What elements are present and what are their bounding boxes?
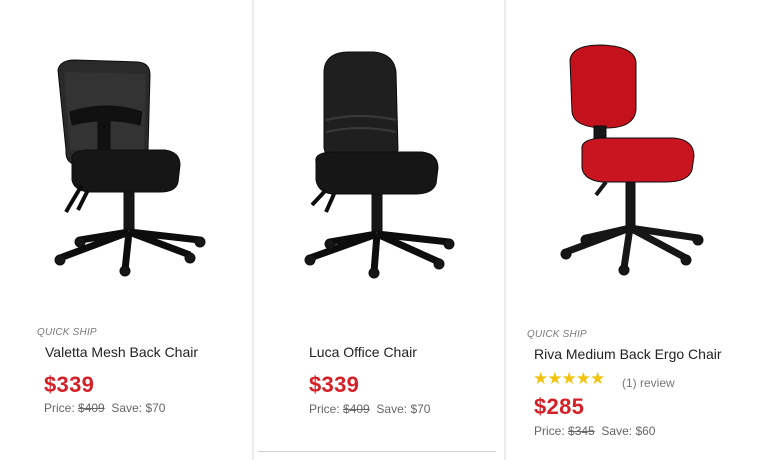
price-details: Price: $409 Save: $70 bbox=[44, 401, 165, 415]
save-label: Save: bbox=[601, 424, 633, 438]
price-details: Price: $409 Save: $70 bbox=[309, 402, 430, 416]
was-price: $409 bbox=[78, 401, 105, 415]
price-label: Price: bbox=[309, 402, 340, 416]
was-price: $409 bbox=[343, 402, 370, 416]
product-name[interactable]: Valetta Mesh Back Chair bbox=[45, 344, 198, 360]
product-card-riva[interactable]: QUICK SHIP Riva Medium Back Ergo Chair ★… bbox=[506, 0, 757, 460]
save-label: Save: bbox=[376, 402, 408, 416]
product-price: $339 bbox=[44, 372, 95, 397]
product-price: $339 bbox=[309, 372, 360, 397]
price-label: Price: bbox=[534, 424, 565, 438]
price-details: Price: $345 Save: $60 bbox=[534, 424, 655, 438]
product-price: $285 bbox=[534, 394, 585, 419]
star-rating-icon[interactable]: ★★★★★ bbox=[533, 369, 605, 389]
product-name[interactable]: Luca Office Chair bbox=[309, 344, 417, 360]
save-amount: $70 bbox=[145, 401, 166, 415]
save-label: Save: bbox=[111, 401, 143, 415]
divider bbox=[258, 451, 496, 452]
review-count[interactable]: (1) review bbox=[622, 376, 675, 390]
was-price: $345 bbox=[568, 424, 595, 438]
product-image-valetta[interactable] bbox=[0, 0, 252, 320]
product-name[interactable]: Riva Medium Back Ergo Chair bbox=[534, 346, 722, 362]
quick-ship-label: QUICK SHIP bbox=[37, 327, 97, 338]
product-image-riva[interactable] bbox=[506, 0, 757, 320]
save-amount: $70 bbox=[410, 402, 431, 416]
quick-ship-label: QUICK SHIP bbox=[527, 329, 587, 340]
product-card-valetta[interactable]: QUICK SHIP Valetta Mesh Back Chair $339 … bbox=[0, 0, 252, 460]
product-grid: QUICK SHIP Valetta Mesh Back Chair $339 … bbox=[0, 0, 757, 460]
price-label: Price: bbox=[44, 401, 75, 415]
product-image-luca[interactable] bbox=[254, 0, 504, 320]
save-amount: $60 bbox=[635, 424, 656, 438]
product-card-luca[interactable]: Luca Office Chair $339 Price: $409 Save:… bbox=[254, 0, 504, 460]
